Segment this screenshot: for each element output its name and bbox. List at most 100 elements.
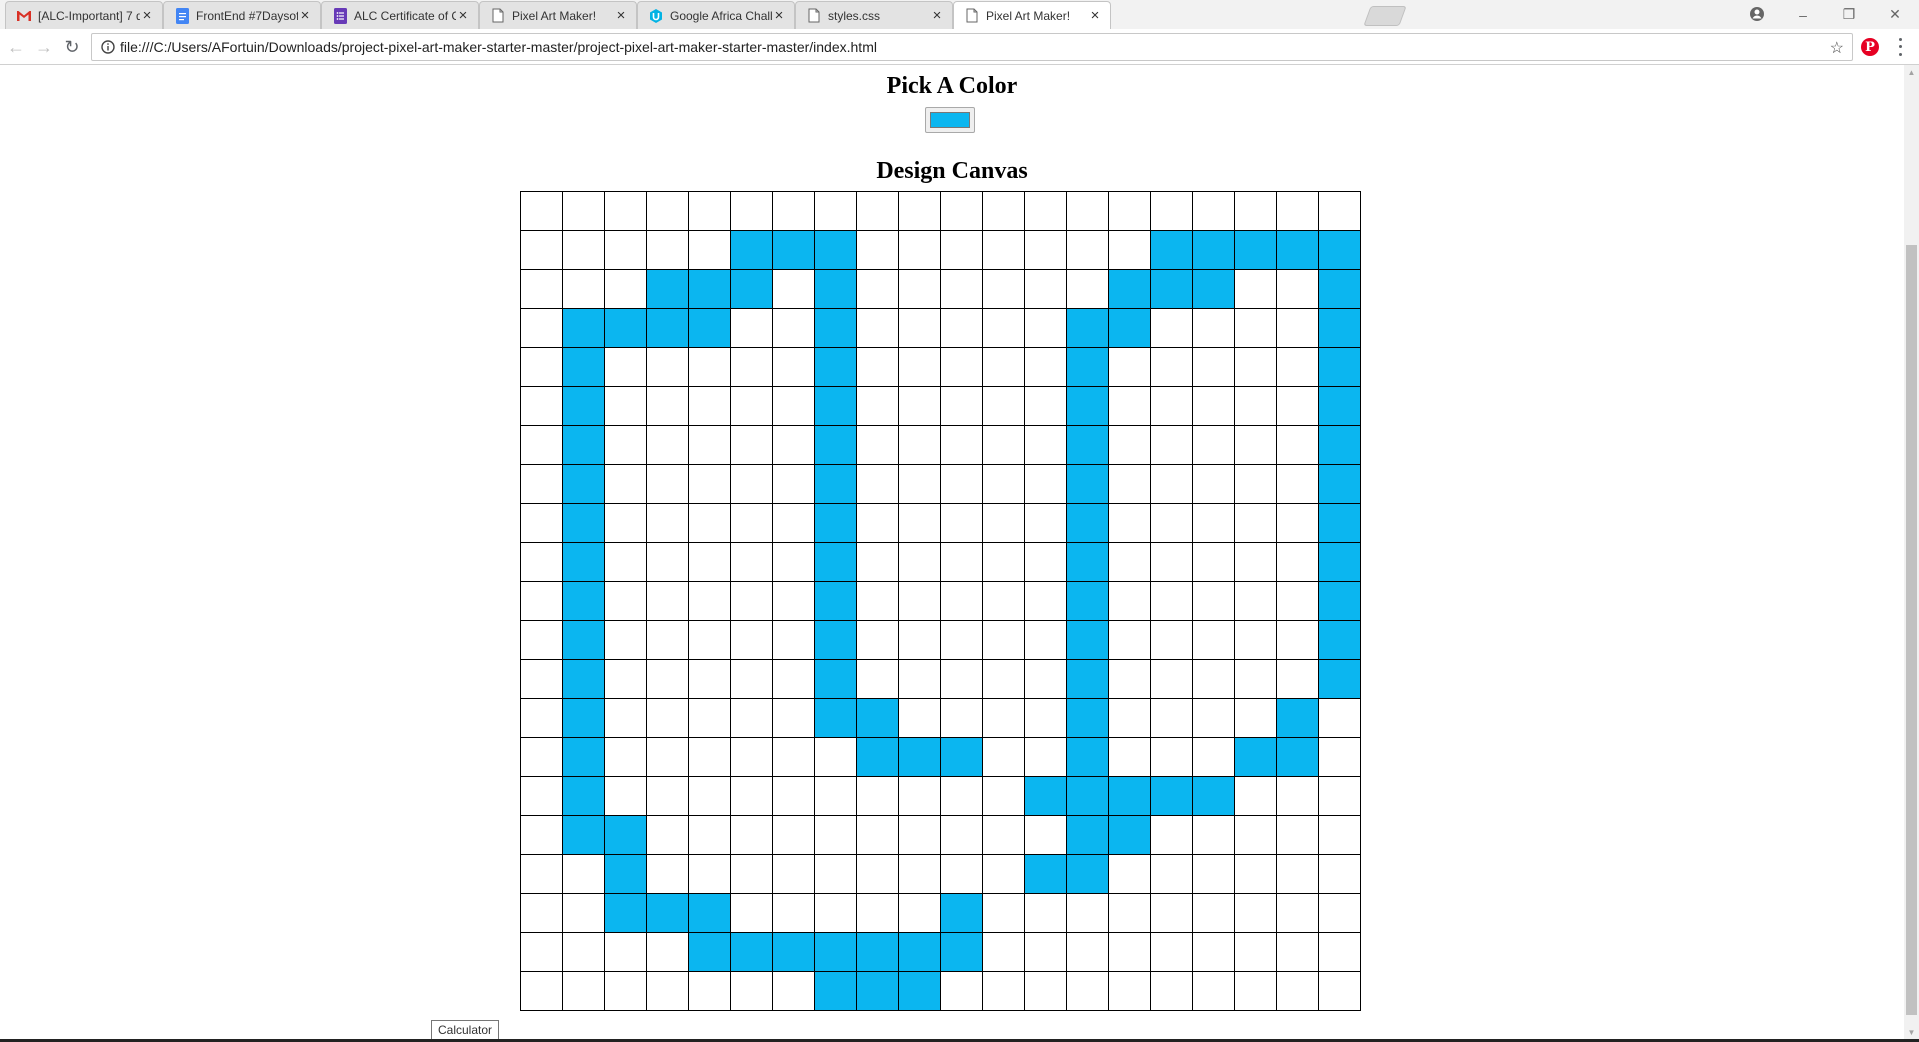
grid-cell[interactable] bbox=[688, 464, 731, 504]
grid-cell[interactable] bbox=[520, 776, 563, 816]
grid-cell[interactable] bbox=[604, 932, 647, 972]
grid-cell[interactable] bbox=[772, 932, 815, 972]
grid-cell[interactable] bbox=[604, 191, 647, 231]
grid-cell[interactable] bbox=[1024, 425, 1067, 465]
grid-cell[interactable] bbox=[940, 191, 983, 231]
grid-cell[interactable] bbox=[520, 659, 563, 699]
tab-close-icon[interactable]: × bbox=[930, 7, 944, 24]
color-picker[interactable] bbox=[925, 107, 975, 133]
grid-cell[interactable] bbox=[982, 581, 1025, 621]
grid-cell[interactable] bbox=[646, 776, 689, 816]
grid-cell[interactable] bbox=[520, 425, 563, 465]
grid-cell[interactable] bbox=[940, 269, 983, 309]
grid-cell[interactable] bbox=[646, 932, 689, 972]
grid-cell[interactable] bbox=[772, 581, 815, 621]
grid-cell[interactable] bbox=[646, 854, 689, 894]
bookmark-star-icon[interactable]: ☆ bbox=[1830, 38, 1844, 58]
grid-cell[interactable] bbox=[940, 425, 983, 465]
grid-cell[interactable] bbox=[1150, 581, 1193, 621]
grid-cell[interactable] bbox=[1150, 542, 1193, 582]
grid-cell[interactable] bbox=[1024, 269, 1067, 309]
grid-cell[interactable] bbox=[1192, 542, 1235, 582]
url-text[interactable]: file:///C:/Users/AFortuin/Downloads/proj… bbox=[120, 39, 877, 55]
grid-cell[interactable] bbox=[898, 620, 941, 660]
grid-cell[interactable] bbox=[730, 464, 773, 504]
grid-cell[interactable] bbox=[898, 308, 941, 348]
grid-cell[interactable] bbox=[982, 386, 1025, 426]
browser-tab[interactable]: Pixel Art Maker! × bbox=[479, 1, 637, 29]
grid-cell[interactable] bbox=[1150, 971, 1193, 1011]
grid-cell[interactable] bbox=[1234, 971, 1277, 1011]
grid-cell[interactable] bbox=[1150, 269, 1193, 309]
grid-cell[interactable] bbox=[856, 971, 899, 1011]
grid-cell[interactable] bbox=[1066, 659, 1109, 699]
grid-cell[interactable] bbox=[604, 620, 647, 660]
grid-cell[interactable] bbox=[1234, 269, 1277, 309]
browser-tab[interactable]: FrontEnd #7DaysofCode× bbox=[163, 1, 321, 29]
scroll-down-arrow-icon[interactable]: ▼ bbox=[1904, 1025, 1919, 1039]
grid-cell[interactable] bbox=[1150, 308, 1193, 348]
grid-cell[interactable] bbox=[688, 542, 731, 582]
grid-cell[interactable] bbox=[982, 230, 1025, 270]
grid-cell[interactable] bbox=[520, 971, 563, 1011]
grid-cell[interactable] bbox=[646, 347, 689, 387]
grid-cell[interactable] bbox=[1024, 191, 1067, 231]
grid-cell[interactable] bbox=[730, 815, 773, 855]
grid-cell[interactable] bbox=[1024, 503, 1067, 543]
grid-cell[interactable] bbox=[1066, 971, 1109, 1011]
grid-cell[interactable] bbox=[730, 347, 773, 387]
grid-cell[interactable] bbox=[562, 815, 605, 855]
grid-cell[interactable] bbox=[646, 971, 689, 1011]
grid-cell[interactable] bbox=[1318, 191, 1361, 231]
grid-cell[interactable] bbox=[1276, 854, 1319, 894]
grid-cell[interactable] bbox=[1276, 659, 1319, 699]
browser-tab[interactable]: ALC Certificate of Course× bbox=[321, 1, 479, 29]
grid-cell[interactable] bbox=[520, 230, 563, 270]
grid-cell[interactable] bbox=[1318, 659, 1361, 699]
grid-cell[interactable] bbox=[1024, 464, 1067, 504]
grid-cell[interactable] bbox=[1234, 386, 1277, 426]
grid-cell[interactable] bbox=[772, 464, 815, 504]
grid-cell[interactable] bbox=[730, 620, 773, 660]
grid-cell[interactable] bbox=[898, 386, 941, 426]
grid-cell[interactable] bbox=[814, 893, 857, 933]
grid-cell[interactable] bbox=[982, 815, 1025, 855]
info-icon[interactable] bbox=[96, 40, 120, 54]
grid-cell[interactable] bbox=[604, 230, 647, 270]
grid-cell[interactable] bbox=[814, 542, 857, 582]
grid-cell[interactable] bbox=[1108, 893, 1151, 933]
menu-icon[interactable] bbox=[1894, 36, 1906, 58]
grid-cell[interactable] bbox=[1318, 932, 1361, 972]
grid-cell[interactable] bbox=[856, 893, 899, 933]
grid-cell[interactable] bbox=[1276, 464, 1319, 504]
grid-cell[interactable] bbox=[856, 191, 899, 231]
grid-cell[interactable] bbox=[856, 464, 899, 504]
grid-cell[interactable] bbox=[604, 269, 647, 309]
grid-cell[interactable] bbox=[1234, 425, 1277, 465]
grid-cell[interactable] bbox=[982, 269, 1025, 309]
grid-cell[interactable] bbox=[1108, 620, 1151, 660]
grid-cell[interactable] bbox=[688, 620, 731, 660]
grid-cell[interactable] bbox=[982, 425, 1025, 465]
grid-cell[interactable] bbox=[982, 191, 1025, 231]
grid-cell[interactable] bbox=[898, 464, 941, 504]
grid-cell[interactable] bbox=[1024, 620, 1067, 660]
grid-cell[interactable] bbox=[688, 386, 731, 426]
grid-cell[interactable] bbox=[646, 581, 689, 621]
new-tab-button[interactable] bbox=[1363, 6, 1407, 26]
grid-cell[interactable] bbox=[730, 191, 773, 231]
back-arrow-icon[interactable]: ← bbox=[5, 36, 27, 58]
grid-cell[interactable] bbox=[1276, 737, 1319, 777]
grid-cell[interactable] bbox=[562, 776, 605, 816]
grid-cell[interactable] bbox=[520, 386, 563, 426]
grid-cell[interactable] bbox=[688, 581, 731, 621]
grid-cell[interactable] bbox=[772, 542, 815, 582]
grid-cell[interactable] bbox=[814, 347, 857, 387]
grid-cell[interactable] bbox=[604, 971, 647, 1011]
grid-cell[interactable] bbox=[898, 191, 941, 231]
grid-cell[interactable] bbox=[814, 932, 857, 972]
grid-cell[interactable] bbox=[772, 308, 815, 348]
grid-cell[interactable] bbox=[1108, 425, 1151, 465]
grid-cell[interactable] bbox=[646, 620, 689, 660]
grid-cell[interactable] bbox=[940, 308, 983, 348]
